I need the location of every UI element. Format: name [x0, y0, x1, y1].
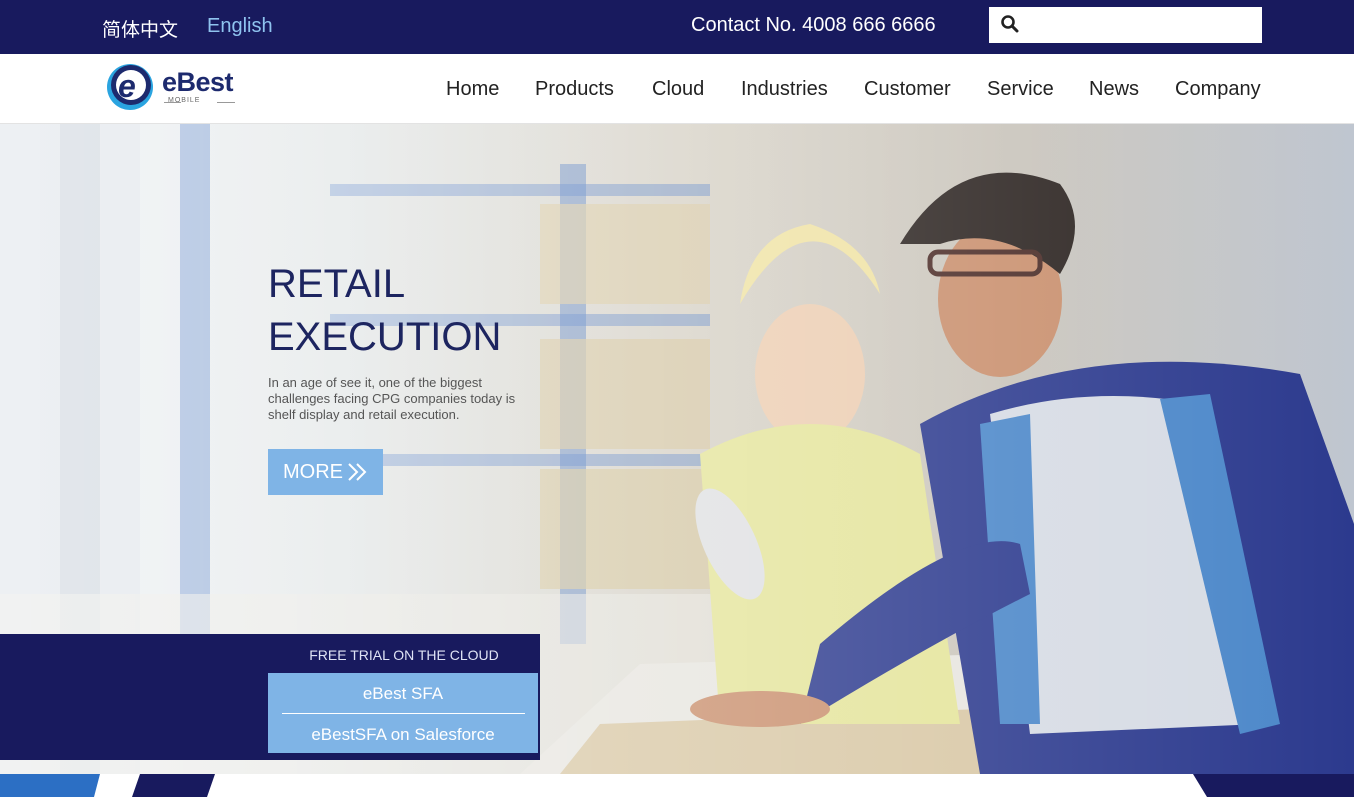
trial-link-ebest-sfa[interactable]: eBest SFA — [268, 684, 538, 704]
logo-subtitle: MOBILE — [168, 97, 201, 104]
search-box[interactable] — [989, 7, 1262, 45]
nav-home[interactable]: Home — [446, 78, 499, 101]
language-english-link[interactable]: English — [207, 15, 273, 38]
top-bar: 简体中文 English Contact No. 4008 666 6666 — [0, 0, 1354, 54]
svg-text:e: e — [118, 68, 136, 104]
more-button-label: MORE — [283, 461, 343, 483]
bottom-stripe-graphic — [0, 774, 1354, 797]
ebest-logo-mark-icon: e — [107, 64, 153, 110]
nav-industries[interactable]: Industries — [741, 78, 828, 101]
search-icon[interactable] — [1000, 14, 1020, 34]
nav-products[interactable]: Products — [535, 78, 614, 101]
nav-news[interactable]: News — [1089, 78, 1139, 101]
hero-description: In an age of see it, one of the biggest … — [268, 375, 516, 422]
logo-wordmark: eBest — [162, 67, 234, 97]
nav-customer[interactable]: Customer — [864, 78, 951, 101]
search-input[interactable] — [1027, 7, 1261, 45]
trial-link-ebestsfa-salesforce[interactable]: eBestSFA on Salesforce — [268, 725, 538, 745]
hero-title: RETAIL EXECUTION — [268, 262, 502, 359]
nav-company[interactable]: Company — [1175, 78, 1261, 101]
nav-cloud[interactable]: Cloud — [652, 78, 704, 101]
free-trial-title: FREE TRIAL ON THE CLOUD — [309, 647, 499, 663]
main-nav-bar: e eBest MOBILE Home Products Cloud Indus… — [0, 54, 1354, 124]
language-chinese-link[interactable]: 简体中文 — [102, 15, 178, 42]
double-chevron-right-icon — [348, 463, 367, 481]
free-trial-links: eBest SFA eBestSFA on Salesforce — [268, 673, 538, 753]
bottom-decor-strip — [0, 774, 1354, 797]
contact-number: Contact No. 4008 666 6666 — [691, 14, 936, 36]
trial-divider — [282, 713, 525, 714]
free-trial-panel: FREE TRIAL ON THE CLOUD eBest SFA eBestS… — [0, 634, 540, 760]
nav-service[interactable]: Service — [987, 78, 1054, 101]
more-button[interactable]: MORE — [268, 449, 383, 495]
ebest-logo[interactable]: e eBest MOBILE — [104, 58, 239, 112]
